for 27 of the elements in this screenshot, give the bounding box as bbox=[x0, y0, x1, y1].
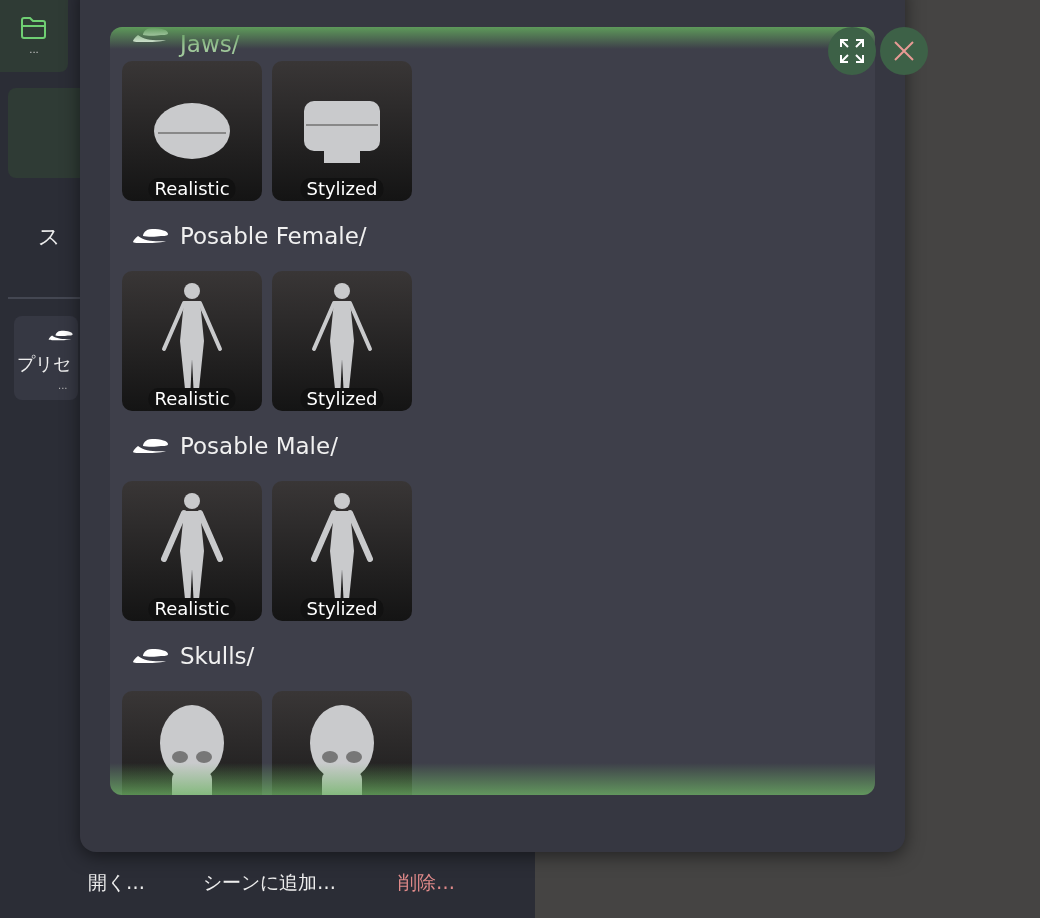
hat-icon bbox=[48, 330, 74, 341]
hat-icon bbox=[132, 438, 170, 454]
action-link[interactable]: 削除… bbox=[398, 868, 498, 897]
folder-title: Skulls/ bbox=[180, 641, 255, 671]
folder-title: Jaws/ bbox=[180, 30, 240, 59]
folder-icon bbox=[20, 15, 48, 40]
preset-thumbnail[interactable]: Stylized bbox=[272, 271, 412, 411]
hat-icon bbox=[132, 648, 170, 664]
preset-thumbnail[interactable]: Realistic bbox=[122, 271, 262, 411]
preset-thumbnail[interactable]: Stylized bbox=[272, 481, 412, 621]
preset-thumbnail[interactable]: Stylized bbox=[272, 61, 412, 201]
folder-button[interactable]: ... bbox=[0, 0, 68, 72]
folder-title: Posable Female/ bbox=[180, 221, 367, 251]
preset-thumbnail[interactable] bbox=[272, 691, 412, 795]
preset-thumbnail[interactable]: Realistic bbox=[122, 61, 262, 201]
hat-icon bbox=[132, 228, 170, 244]
preset-thumbnail[interactable] bbox=[122, 691, 262, 795]
preset-thumbnail[interactable]: Realistic bbox=[122, 481, 262, 621]
action-link[interactable]: シーンに追加… bbox=[203, 868, 398, 897]
action-link[interactable]: 開く… bbox=[88, 868, 203, 897]
close-icon bbox=[894, 41, 914, 61]
preset-button[interactable]: プリセ ... bbox=[14, 316, 78, 400]
expand-icon bbox=[839, 38, 865, 64]
tab-label: ス bbox=[38, 223, 61, 251]
folder-title: Posable Male/ bbox=[180, 431, 338, 461]
hat-icon bbox=[132, 27, 170, 43]
close-button[interactable] bbox=[880, 27, 928, 75]
